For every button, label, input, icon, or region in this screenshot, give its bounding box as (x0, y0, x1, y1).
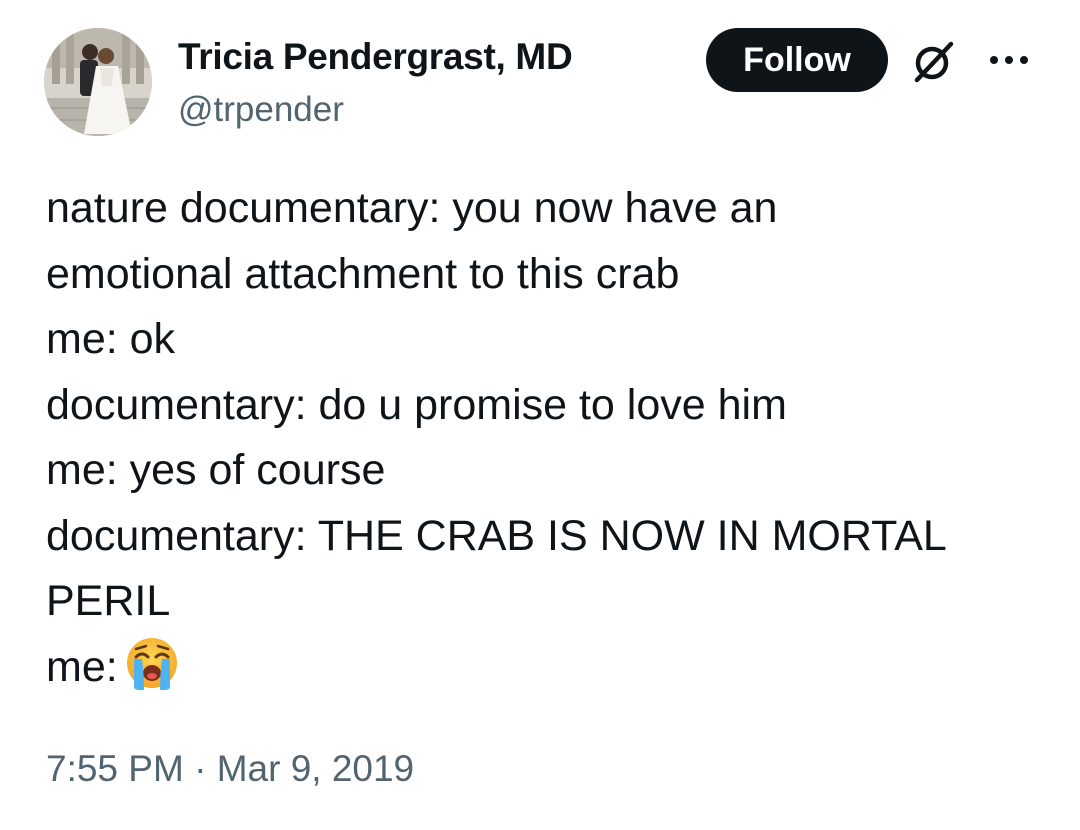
author-display-name[interactable]: Tricia Pendergrast, MD (178, 36, 573, 78)
tweet-line: documentary: THE CRAB IS NOW IN MORTAL (46, 511, 947, 560)
tweet-text: nature documentary: you now have an emot… (46, 176, 1046, 710)
tweet-date[interactable]: Mar 9, 2019 (217, 748, 414, 789)
loudly-crying-face-emoji-icon (124, 635, 180, 711)
tweet-line: emotional attachment to this crab (46, 249, 680, 298)
tweet-line-text: me: (46, 642, 118, 691)
author-handle[interactable]: @trpender (178, 90, 344, 130)
tweet-time[interactable]: 7:55 PM (46, 748, 184, 789)
follow-button[interactable]: Follow (706, 28, 888, 92)
tweet-line: me: yes of course (46, 446, 386, 494)
tweet-line: me: ok (46, 315, 176, 363)
tweet-timestamp[interactable]: 7:55 PM · Mar 9, 2019 (46, 748, 414, 790)
tweet-line: nature documentary: you now have an (46, 184, 778, 232)
tweet-line-last: me: (46, 635, 1046, 711)
tweet-line: documentary: do u promise to love him (46, 380, 787, 429)
more-options-icon[interactable] (986, 44, 1032, 76)
timestamp-separator: · (194, 748, 207, 789)
avatar[interactable] (44, 28, 152, 136)
grok-icon[interactable] (908, 36, 958, 86)
tweet-line: PERIL (46, 577, 171, 625)
